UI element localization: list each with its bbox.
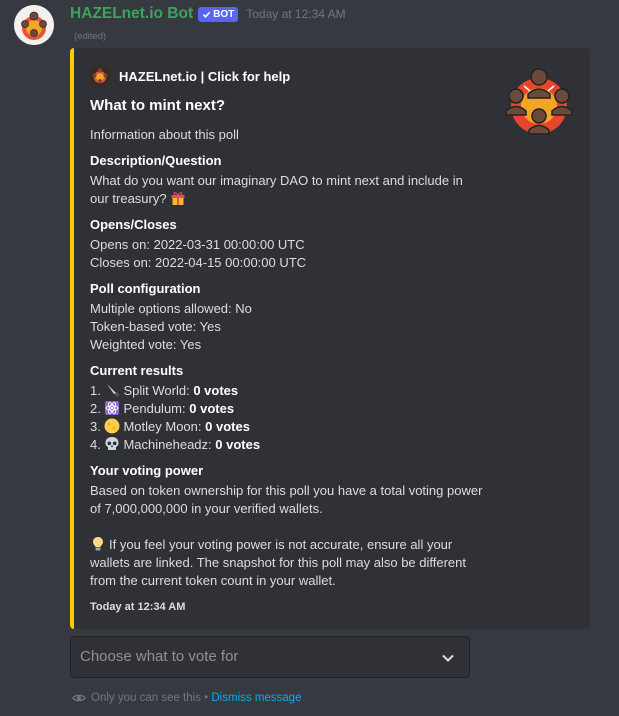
- field-value-weighted: Weighted vote: Yes: [90, 337, 202, 352]
- voting-power-line-1: Based on token ownership for this poll y…: [90, 483, 483, 498]
- ephemeral-text: Only you can see this •: [91, 692, 209, 704]
- select-placeholder: Choose what to vote for: [80, 648, 239, 665]
- field-value-multiple: Multiple options allowed: No: [90, 301, 252, 316]
- result-votes: 0 votes: [189, 401, 235, 416]
- result-number: 1.: [90, 383, 101, 398]
- ephemeral-notice: Only you can see this • Dismiss message: [72, 692, 301, 704]
- result-item: 1. Split World: 0 votes: [90, 382, 238, 400]
- eye-icon: [72, 694, 86, 702]
- voting-power-tip-3: from the current token count in your wal…: [90, 573, 336, 588]
- field-value-opens: Opens on: 2022-03-31 00:00:00 UTC: [90, 237, 305, 252]
- embed-title: What to mint next?: [90, 97, 225, 114]
- field-value-description-1: What do you want our imaginary DAO to mi…: [90, 173, 463, 188]
- lightbulb-icon: [90, 536, 106, 552]
- vote-select-menu[interactable]: Choose what to vote for: [70, 636, 470, 678]
- result-label: Motley Moon:: [123, 419, 202, 434]
- embed-author[interactable]: HAZELnet.io | Click for help: [89, 65, 290, 87]
- voting-power-line-2: of 7,000,000,000 in your verified wallet…: [90, 501, 323, 516]
- chevron-down-icon: [442, 654, 454, 662]
- result-votes: 0 votes: [215, 437, 261, 452]
- voting-power-tip-1: If you feel your voting power is not acc…: [109, 537, 453, 552]
- result-votes: 0 votes: [193, 383, 239, 398]
- author-icon: [89, 65, 111, 87]
- bot-badge-label: BOT: [213, 8, 235, 20]
- embed-author-name: HAZELnet.io | Click for help: [119, 68, 291, 84]
- result-number: 3.: [90, 419, 101, 434]
- result-label: Machineheadz:: [123, 437, 212, 452]
- voting-power-tip-row: If you feel your voting power is not acc…: [90, 536, 452, 554]
- embed-description: Information about this poll: [90, 127, 239, 142]
- field-name-poll-config: Poll configuration: [90, 281, 201, 296]
- field-value-token-based: Token-based vote: Yes: [90, 319, 221, 334]
- result-item: 3. Motley Moon: 0 votes: [90, 418, 250, 436]
- message-header: HAZELnet.io Bot BOT Today at 12:34 AM: [70, 4, 346, 24]
- field-value-closes: Closes on: 2022-04-15 00:00:00 UTC: [90, 255, 307, 270]
- result-number: 2.: [90, 401, 101, 416]
- bot-avatar[interactable]: [14, 5, 54, 45]
- field-name-voting-power: Your voting power: [90, 463, 204, 478]
- field-value-description-2-row: our treasury?: [90, 190, 189, 208]
- result-item: 2. Pendulum: 0 votes: [90, 400, 234, 418]
- atom-icon: [104, 400, 120, 416]
- check-icon: [202, 11, 211, 18]
- poll-embed: HAZELnet.io | Click for help What to min…: [70, 48, 590, 629]
- result-votes: 0 votes: [205, 419, 250, 434]
- knife-icon: [104, 382, 120, 398]
- gift-icon: [170, 190, 186, 206]
- embed-thumbnail: [502, 64, 576, 138]
- skull-icon: [104, 436, 120, 452]
- result-label: Pendulum:: [123, 401, 186, 416]
- moon-icon: [104, 418, 120, 434]
- embed-footer-timestamp: Today at 12:34 AM: [90, 601, 186, 613]
- field-name-results: Current results: [90, 363, 184, 378]
- result-number: 4.: [90, 437, 101, 452]
- message-timestamp: Today at 12:34 AM: [246, 7, 346, 21]
- voting-power-tip-2: wallets are linked. The snapshot for thi…: [90, 555, 467, 570]
- author-name[interactable]: HAZELnet.io Bot: [70, 5, 193, 23]
- bot-badge: BOT: [198, 6, 239, 22]
- edited-label: (edited): [74, 31, 107, 42]
- dismiss-message-link[interactable]: Dismiss message: [211, 692, 301, 704]
- field-name-opens-closes: Opens/Closes: [90, 217, 177, 232]
- result-label: Split World:: [123, 383, 190, 398]
- field-value-description-2: our treasury?: [90, 191, 167, 206]
- field-name-description: Description/Question: [90, 153, 222, 168]
- result-item: 4. Machineheadz: 0 votes: [90, 436, 260, 454]
